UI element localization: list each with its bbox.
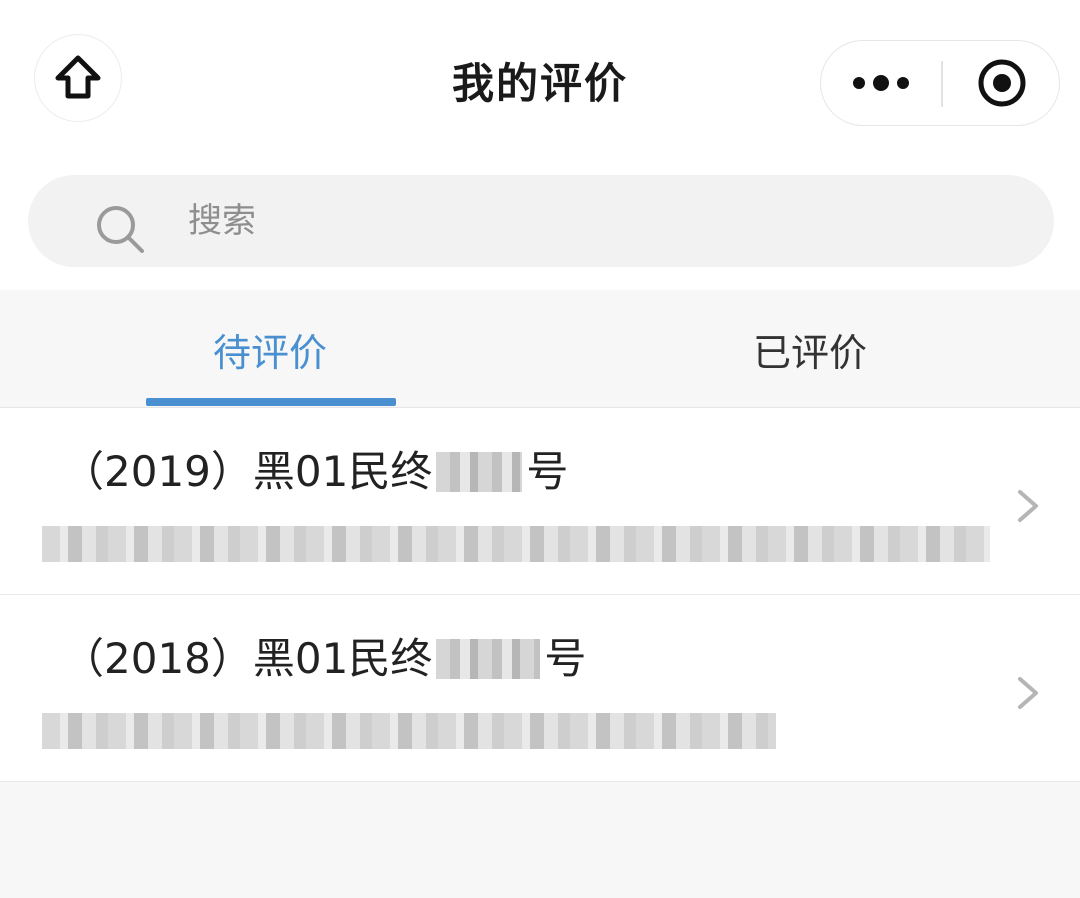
close-button[interactable] bbox=[943, 41, 1061, 125]
list-item[interactable]: （2018）黑01民终 号 bbox=[0, 595, 1080, 782]
redacted-number bbox=[436, 452, 523, 492]
search-area bbox=[0, 165, 1080, 290]
redacted-number bbox=[436, 639, 541, 679]
case-title: （2019）黑01民终 号 bbox=[62, 438, 568, 499]
case-number-suffix: 号 bbox=[526, 447, 569, 496]
search-icon bbox=[97, 206, 144, 253]
nav-bar: 我的评价 bbox=[0, 0, 1080, 165]
active-tab-indicator bbox=[146, 398, 396, 406]
list-item[interactable]: （2019）黑01民终 号 bbox=[0, 408, 1080, 595]
case-number-prefix: （2018）黑01民终 bbox=[62, 634, 433, 683]
chevron-right-icon bbox=[1018, 677, 1038, 709]
case-title: （2018）黑01民终 号 bbox=[62, 625, 586, 686]
tab-pending-review[interactable]: 待评价 bbox=[140, 290, 400, 408]
tab-reviewed[interactable]: 已评价 bbox=[680, 290, 940, 408]
tab-bar: 待评价 已评价 bbox=[0, 290, 1080, 408]
capsule-menu bbox=[820, 40, 1060, 126]
chevron-right-icon bbox=[1018, 490, 1038, 522]
redacted-description bbox=[42, 526, 990, 562]
redacted-description bbox=[42, 713, 776, 749]
close-target-icon bbox=[978, 59, 1026, 107]
case-number-prefix: （2019）黑01民终 bbox=[62, 447, 433, 496]
search-input[interactable] bbox=[188, 191, 888, 251]
case-number-suffix: 号 bbox=[544, 634, 587, 683]
case-list: （2019）黑01民终号 （2018）黑01民终号 bbox=[0, 408, 1080, 782]
more-button[interactable] bbox=[821, 41, 941, 125]
search-bar[interactable] bbox=[28, 175, 1054, 267]
more-dots-icon bbox=[853, 75, 909, 91]
